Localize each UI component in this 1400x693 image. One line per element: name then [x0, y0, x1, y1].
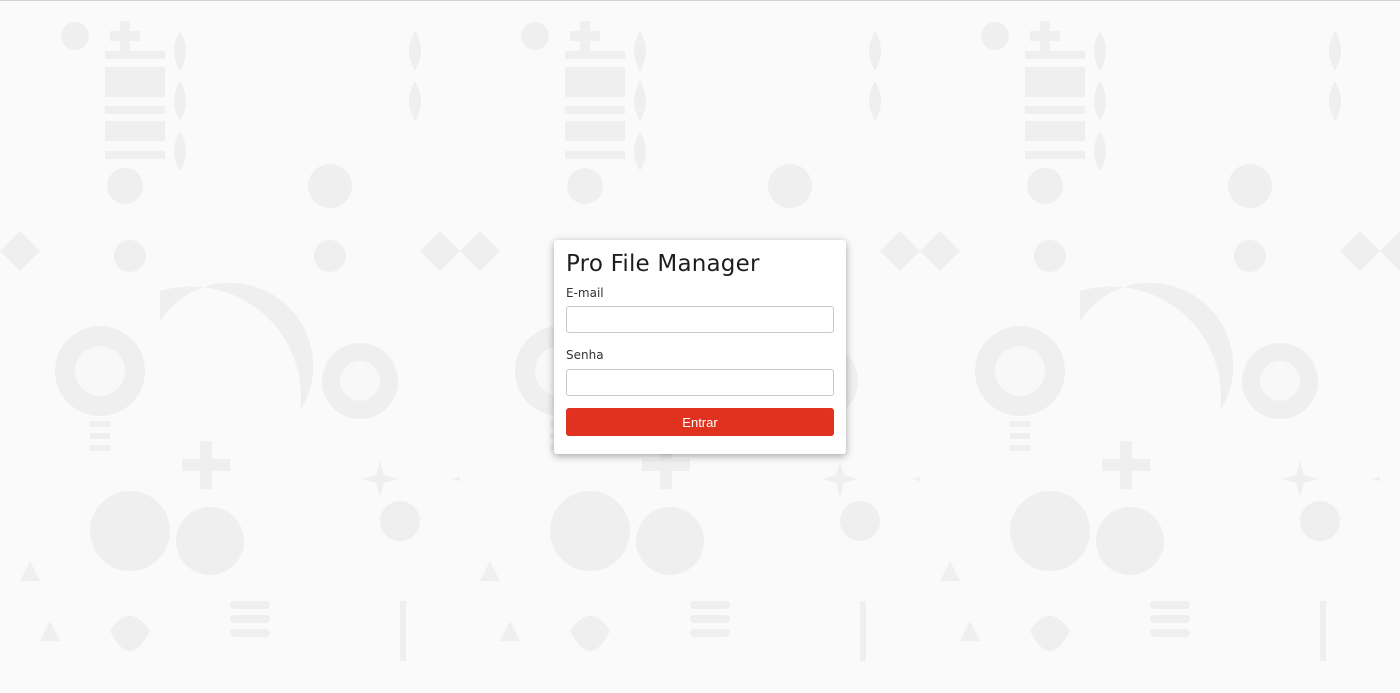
password-label: Senha [566, 348, 604, 362]
login-card: Pro File Manager E-mail Senha Entrar [554, 240, 846, 454]
email-field[interactable] [566, 306, 834, 333]
email-label: E-mail [566, 286, 604, 300]
password-field[interactable] [566, 369, 834, 396]
submit-button[interactable]: Entrar [566, 408, 834, 436]
page-title: Pro File Manager [566, 251, 760, 277]
